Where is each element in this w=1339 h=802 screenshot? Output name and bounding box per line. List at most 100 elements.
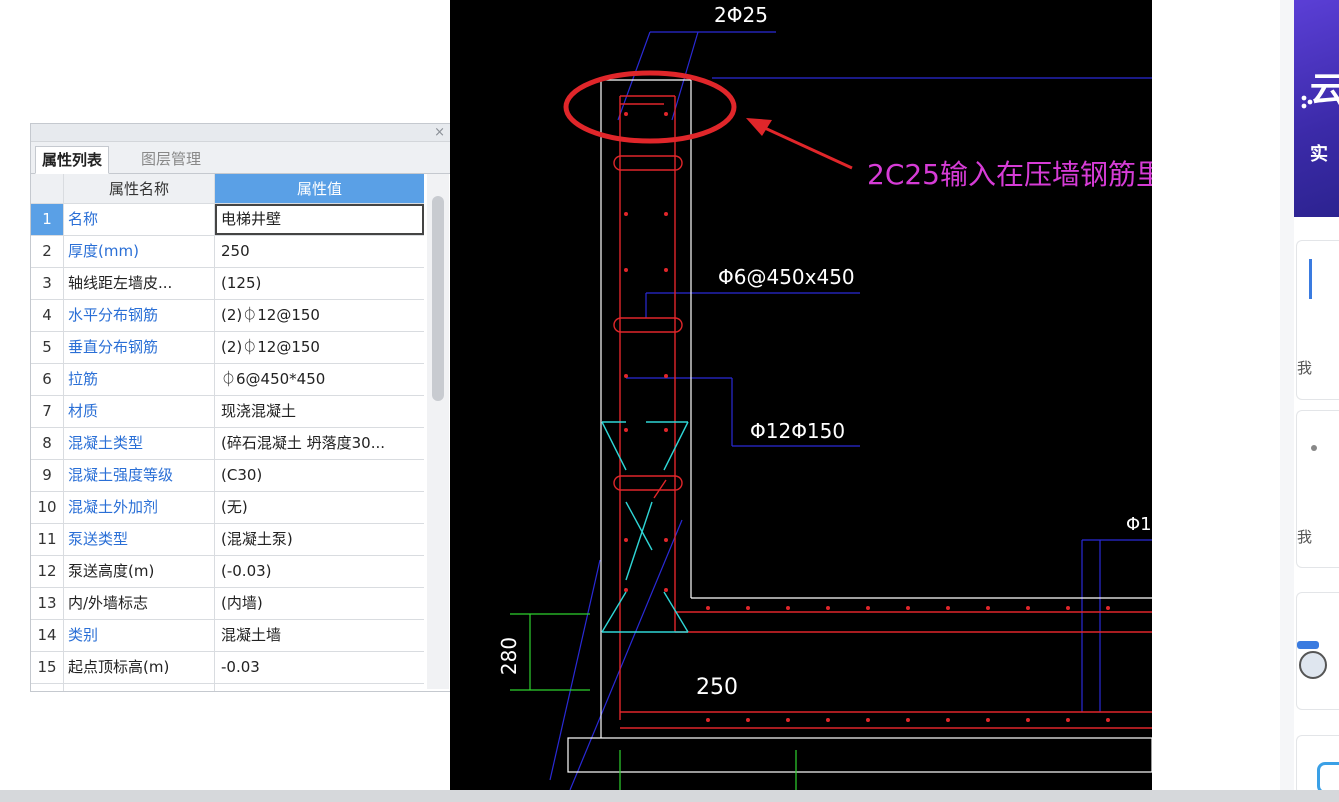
- panel-titlebar: ×: [31, 124, 451, 142]
- property-row[interactable]: 3 轴线距左墙皮... (125): [31, 268, 424, 300]
- property-grid: 属性名称 属性值 1 名称 电梯井壁 2 厚度(mm) 250 3 轴线距左墙皮... (125…: [31, 174, 424, 691]
- property-name: 起点顶标高(m): [64, 652, 215, 683]
- property-value[interactable]: ⏀6@450*450: [215, 364, 424, 395]
- property-value[interactable]: (2)⏀12@150: [215, 332, 424, 363]
- property-value[interactable]: (内墙): [215, 588, 424, 619]
- property-value[interactable]: -0.03: [215, 652, 424, 683]
- property-row[interactable]: 11 泵送类型 (混凝土泵): [31, 524, 424, 556]
- row-number: 15: [31, 652, 64, 683]
- row-number: 8: [31, 428, 64, 459]
- card-1-text: 我: [1297, 359, 1313, 377]
- sidebar-card-3[interactable]: [1296, 592, 1339, 710]
- grid-body: 1 名称 电梯井壁 2 厚度(mm) 250 3 轴线距左墙皮... (125) 4 水平分布钢筋(…: [31, 204, 424, 691]
- card-dot-icon: [1311, 445, 1317, 451]
- property-row[interactable]: 4 水平分布钢筋 (2)⏀12@150: [31, 300, 424, 332]
- row-number: 9: [31, 460, 64, 491]
- property-row[interactable]: 9 混凝土强度等级 (C30): [31, 460, 424, 492]
- bottom-bar: [0, 790, 1339, 802]
- property-name: 类别: [64, 620, 215, 651]
- property-row[interactable]: 10 混凝土外加剂 (无): [31, 492, 424, 524]
- cad-viewport[interactable]: 2Φ25 Φ6@450x450 Φ12Φ150 Φ14 250 280: [450, 0, 1152, 790]
- sidebar-banner[interactable]: 云 实: [1294, 0, 1339, 217]
- row-number: 13: [31, 588, 64, 619]
- property-value[interactable]: 250: [215, 236, 424, 267]
- property-row-partial: [31, 684, 424, 691]
- close-icon[interactable]: ×: [434, 124, 445, 141]
- property-value[interactable]: (无): [215, 492, 424, 523]
- banner-glyph: 云: [1310, 70, 1339, 110]
- property-row[interactable]: 13 内/外墙标志 (内墙): [31, 588, 424, 620]
- property-name: [64, 684, 215, 691]
- row-number: 3: [31, 268, 64, 299]
- row-number: 14: [31, 620, 64, 651]
- cad-drawing: 2Φ25 Φ6@450x450 Φ12Φ150 Φ14 250 280: [497, 3, 1152, 790]
- grid-header: 属性名称 属性值: [31, 174, 424, 204]
- tab-layer-management[interactable]: 图层管理: [135, 146, 207, 172]
- annotation-arrow: [746, 118, 853, 170]
- sidebar-card-1[interactable]: 我: [1296, 240, 1339, 400]
- property-row[interactable]: 15 起点顶标高(m) -0.03: [31, 652, 424, 684]
- header-property-name: 属性名称: [64, 174, 215, 203]
- label-dist-rebar: Φ12Φ150: [750, 419, 845, 443]
- property-value[interactable]: (125): [215, 268, 424, 299]
- property-row[interactable]: 7 材质 现浇混凝土: [31, 396, 424, 428]
- property-name: 混凝土外加剂: [64, 492, 215, 523]
- property-value[interactable]: 现浇混凝土: [215, 396, 424, 427]
- property-name: 内/外墙标志: [64, 588, 215, 619]
- label-dim-280: 280: [497, 637, 521, 675]
- property-value[interactable]: 电梯井壁: [215, 204, 424, 235]
- annotation-text: 2C25输入在压墙钢筋里面: [867, 158, 1192, 191]
- card-accent-bar: [1309, 259, 1312, 299]
- property-value[interactable]: (碎石混凝土 坍落度30...: [215, 428, 424, 459]
- row-number: 7: [31, 396, 64, 427]
- scrollbar-thumb[interactable]: [432, 196, 444, 401]
- property-value[interactable]: (C30): [215, 460, 424, 491]
- property-row[interactable]: 8 混凝土类型 (碎石混凝土 坍落度30...: [31, 428, 424, 460]
- property-row[interactable]: 14 类别 混凝土墙: [31, 620, 424, 652]
- label-dim-250: 250: [696, 675, 738, 700]
- property-value[interactable]: (-0.03): [215, 556, 424, 587]
- property-row[interactable]: 6 拉筋 ⏀6@450*450: [31, 364, 424, 396]
- sidebar-card-4[interactable]: [1296, 735, 1339, 795]
- property-name: 泵送类型: [64, 524, 215, 555]
- row-number: 12: [31, 556, 64, 587]
- property-value[interactable]: 混凝土墙: [215, 620, 424, 651]
- label-tie-spacing: Φ6@450x450: [718, 265, 855, 289]
- property-row[interactable]: 5 垂直分布钢筋 (2)⏀12@150: [31, 332, 424, 364]
- property-name: 泵送高度(m): [64, 556, 215, 587]
- property-name: 垂直分布钢筋: [64, 332, 215, 363]
- property-name: 名称: [64, 204, 215, 235]
- property-name: 混凝土类型: [64, 428, 215, 459]
- label-partial: Φ14: [1126, 514, 1152, 535]
- property-row[interactable]: 1 名称 电梯井壁: [31, 204, 424, 236]
- property-value[interactable]: (混凝土泵): [215, 524, 424, 555]
- header-num-cell: [31, 174, 64, 203]
- property-row[interactable]: 2 厚度(mm) 250: [31, 236, 424, 268]
- property-name: 厚度(mm): [64, 236, 215, 267]
- property-name: 轴线距左墙皮...: [64, 268, 215, 299]
- property-name: 拉筋: [64, 364, 215, 395]
- highlight-circle: [563, 70, 737, 144]
- panel-scrollbar[interactable]: [427, 174, 449, 689]
- header-property-value: 属性值: [215, 174, 424, 203]
- row-number: 2: [31, 236, 64, 267]
- property-name: 水平分布钢筋: [64, 300, 215, 331]
- sidebar-card-2[interactable]: 我: [1296, 410, 1339, 568]
- leader-lines: [549, 31, 1152, 790]
- panel-tabs: 属性列表 图层管理: [31, 142, 451, 174]
- property-value: [215, 684, 424, 691]
- row-number: 10: [31, 492, 64, 523]
- tab-property-list[interactable]: 属性列表: [35, 146, 110, 174]
- property-name: 材质: [64, 396, 215, 427]
- row-number: [31, 684, 64, 691]
- property-panel: × 属性列表 图层管理 属性名称 属性值 1 名称 电梯井壁 2 厚度(mm) 250 3 轴…: [30, 123, 452, 692]
- row-number: 1: [31, 204, 64, 235]
- banner-glyph-secondary: 实: [1310, 144, 1328, 165]
- page-gap: [1152, 0, 1280, 790]
- property-name: 混凝土强度等级: [64, 460, 215, 491]
- property-row[interactable]: 12 泵送高度(m) (-0.03): [31, 556, 424, 588]
- property-value[interactable]: (2)⏀12@150: [215, 300, 424, 331]
- card-2-text: 我: [1297, 528, 1313, 546]
- app-badge-icon: [1297, 641, 1327, 679]
- row-number: 4: [31, 300, 64, 331]
